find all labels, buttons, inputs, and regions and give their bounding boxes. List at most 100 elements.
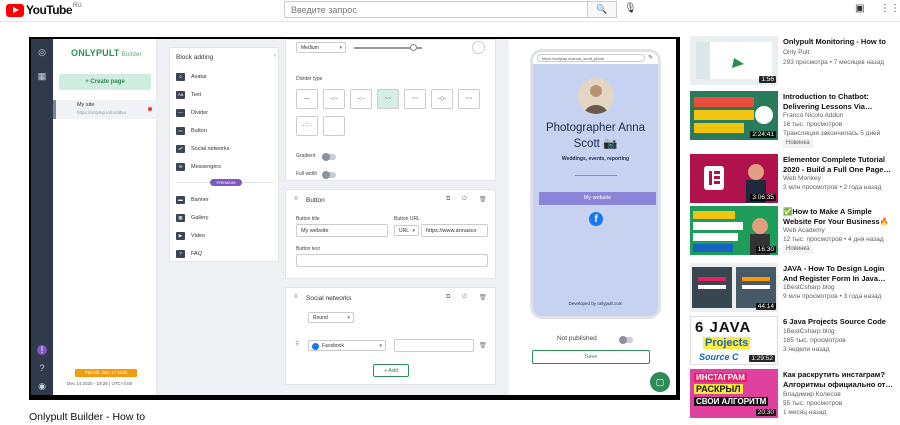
paid-badge[interactable]: Paid till: Dec 17 2020 (75, 369, 137, 377)
avatar-photo (578, 78, 614, 114)
rec-item[interactable]: 44:14 JAVA - How To Design Login And Reg… (690, 263, 900, 315)
divider-option-none[interactable] (323, 116, 345, 136)
thumbnail-text-source: Source C (699, 352, 739, 362)
rec-item[interactable]: ИНСТАГРАМ РАСКРЫЛ СВОИ АЛГОРИТМ 20:30 Ка… (690, 369, 900, 421)
phone-topbar: https://onlytap.io/anna_scott_photo ✎ (533, 52, 658, 64)
power-icon[interactable]: ⏻ (462, 294, 467, 301)
divider-option-wave2[interactable]: ~~ (404, 89, 426, 109)
block-item-messengers[interactable]: ✉ Messengers (176, 162, 221, 172)
facebook-icon[interactable]: f (589, 212, 603, 226)
gallery-icon: ▦ (176, 214, 185, 222)
rec-thumbnail[interactable]: 2:24:41 (690, 91, 778, 140)
question-icon[interactable]: ? (37, 363, 47, 373)
power-icon[interactable]: ⏻ (462, 196, 467, 203)
grid-icon[interactable]: ▦ (37, 71, 47, 81)
messenger-icon: ✉ (176, 163, 185, 171)
gradient-toggle[interactable] (322, 153, 336, 161)
button-url-input[interactable]: https://www.annasco (421, 224, 488, 237)
button-card: ≡ Button ⧉ ⏻ 🗑 Button title My website B… (285, 189, 496, 279)
publish-status: Not published (557, 335, 597, 342)
site-url: https://onlytap.io/ru/ddsu (77, 110, 127, 115)
create-video-icon[interactable]: ▣ (855, 3, 864, 14)
search-input[interactable] (284, 1, 588, 18)
divider-option-dot[interactable]: -○- (323, 89, 345, 109)
rec-item[interactable]: 6 JAVA Projects Source C 1:29:52 6 Java … (690, 316, 900, 368)
drag-dots-icon[interactable]: ⠿ (295, 341, 299, 348)
divider-option-circle[interactable]: -○- (350, 89, 372, 109)
rec-thumbnail[interactable]: ИНСТАГРАМ РАСКРЫЛ СВОИ АЛГОРИТМ 20:30 (690, 369, 778, 418)
social-link-input[interactable] (394, 339, 474, 352)
social-network-select[interactable]: Facebook (308, 340, 386, 351)
delete-icon[interactable]: 🗑 (479, 294, 487, 301)
delete-icon[interactable]: 🗑 (479, 342, 487, 349)
social-style-select[interactable]: Round (308, 312, 354, 323)
divider-option-wave[interactable]: ~~ (377, 89, 399, 109)
edit-icon[interactable]: ✎ (648, 54, 653, 61)
social-card-title: Social networks (306, 295, 352, 302)
publish-toggle[interactable] (619, 336, 633, 344)
block-item-button[interactable]: ▭ Button (176, 126, 207, 136)
color-picker[interactable] (472, 41, 485, 54)
chat-icon[interactable]: ▢ (650, 372, 670, 392)
block-item-avatar[interactable]: ☺ Avatar (176, 72, 207, 82)
rec-thumbnail[interactable]: 16:30 (690, 206, 778, 255)
youtube-logo[interactable]: YouTube RU (6, 3, 82, 17)
copy-icon[interactable]: ⧉ (446, 196, 450, 203)
size-select[interactable]: Medium (296, 42, 346, 53)
rec-thumbnail[interactable]: 6 JAVA Projects Source C 1:29:52 (690, 316, 778, 365)
rec-thumbnail[interactable]: 3:06:35 (690, 154, 778, 203)
button-url-label: Button URL (394, 216, 420, 222)
rec-item[interactable]: 2:24:41 Introduction to Chatbot: Deliver… (690, 91, 900, 148)
block-item-divider[interactable]: — Divider (176, 108, 208, 118)
microphone-icon[interactable]: 🎙 (624, 3, 637, 14)
rec-item[interactable]: 3:06:35 Elementor Complete Tutorial 2020… (690, 154, 900, 206)
search-button[interactable]: 🔍 (587, 1, 617, 18)
video-title: Onlypult Builder - How to (29, 411, 146, 423)
url-scheme-select[interactable]: URL (394, 225, 419, 236)
preview-url[interactable]: https://onlytap.io/anna_scott_photo (537, 54, 645, 62)
preview-name: Photographer Anna Scott 📷 (545, 122, 646, 150)
thumbnail-text-3: СВОИ АЛГОРИТМ (694, 397, 769, 406)
slider-handle[interactable] (410, 44, 417, 51)
apps-grid-icon[interactable]: ⋮⋮ (880, 3, 900, 14)
delete-icon[interactable]: 🗑 (479, 196, 487, 203)
search-icon: 🔍 (596, 4, 608, 14)
preview-panel: https://onlytap.io/anna_scott_photo ✎ Ph… (509, 39, 676, 395)
button-text-input[interactable] (296, 254, 488, 267)
full-width-toggle[interactable] (322, 171, 336, 179)
drag-handle-icon[interactable]: ≡ (294, 196, 298, 202)
block-item-faq[interactable]: ? FAQ (176, 249, 202, 259)
video-icon: ▶ (176, 232, 185, 240)
block-item-text[interactable]: Aa Text (176, 90, 201, 100)
divider-option-zigzag2[interactable]: ~~ (458, 89, 480, 109)
preview-divider (575, 175, 617, 176)
divider-option-zigzag[interactable]: -◇- (431, 89, 453, 109)
collapse-icon[interactable]: ‹ (274, 53, 276, 59)
add-social-button[interactable]: + Add (373, 364, 409, 377)
thumbnail-text-java: 6 JAVA (695, 319, 752, 336)
rec-item[interactable]: 16:30 ✅How to Make A Simple Website For … (690, 206, 900, 258)
block-item-gallery[interactable]: ▦ Gallery (176, 213, 208, 223)
block-item-social[interactable]: ☍ Social networks (176, 144, 230, 154)
social-icon: ☍ (176, 145, 185, 153)
preview-button[interactable]: My website (539, 192, 656, 205)
drag-handle-icon[interactable]: ≡ (294, 294, 298, 300)
user-icon[interactable]: ◉ (37, 381, 47, 391)
copy-icon[interactable]: ⧉ (446, 294, 450, 301)
block-item-banner[interactable]: ▬ Banner (176, 195, 209, 205)
rec-item[interactable]: 1:56 Onlypult Monitoring - How to Only P… (690, 36, 900, 88)
instagram-icon[interactable]: ◎ (37, 47, 47, 57)
site-title: My site (77, 102, 95, 108)
block-item-video[interactable]: ▶ Video (176, 231, 205, 241)
divider-option-heart[interactable]: -♡- (296, 116, 318, 136)
save-button[interactable]: Save (532, 350, 650, 364)
button-title-label: Button title (296, 216, 320, 222)
help-icon[interactable]: ! (37, 345, 47, 355)
button-title-input[interactable]: My website (296, 224, 388, 237)
rec-thumbnail[interactable]: 1:56 (690, 36, 778, 85)
block-editor: Medium Divider type — -○- -○- ~~ ~~ -◇- … (285, 39, 497, 395)
rec-thumbnail[interactable]: 44:14 (690, 263, 778, 312)
divider-option-solid[interactable]: — (296, 89, 318, 109)
create-page-button[interactable]: + Create page (59, 74, 151, 90)
video-player[interactable]: ◎ ▦ ! ? ◉ ONLYPULT Builder + Create page … (29, 37, 680, 400)
